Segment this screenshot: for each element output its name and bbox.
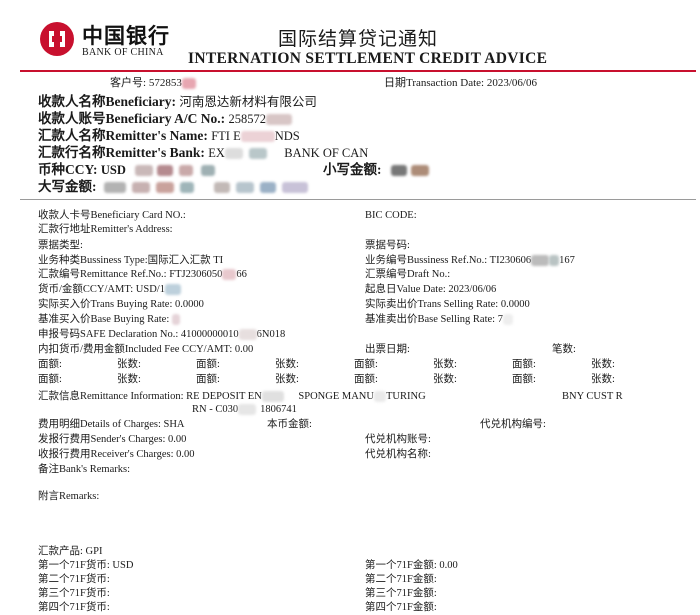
third-71f-currency: 第三个71F货币: xyxy=(38,588,110,599)
big-amount-row: 大写金额: xyxy=(38,178,308,195)
remittance-product: 汇款产品: GPI xyxy=(38,546,103,557)
remarks: 附言Remarks: xyxy=(38,491,100,502)
title-en: INTERNATION SETTLEMENT CREDIT ADVICE xyxy=(188,50,548,67)
sheet-count-label: 张数: xyxy=(591,374,615,385)
bic-code: BIC CODE: xyxy=(365,210,417,221)
details-of-charges: 费用明细Details of Charges: SHA xyxy=(38,419,185,430)
fourth-71f-currency: 第四个71F货币: xyxy=(38,602,110,613)
sheet-count-label: 张数: xyxy=(275,374,299,385)
remittance-ref-no: 汇款编号Remittance Ref.No.: FTJ2306050 66 xyxy=(38,269,247,281)
beneficiary-card-no: 收款人卡号Beneficiary Card NO.: xyxy=(38,210,186,221)
local-currency-amount: 本币金额: xyxy=(267,419,312,430)
draft-no: 汇票编号Draft No.: xyxy=(365,269,451,280)
business-type: 业务种类Bussiness Type:国际汇入汇款 TI xyxy=(38,255,224,266)
included-fee: 内扣货币/费用金额Included Fee CCY/AMT: 0.00 xyxy=(38,344,254,355)
title-cn: 国际结算贷记通知 xyxy=(278,29,439,50)
section-divider xyxy=(20,199,696,200)
face-value-label: 面额: xyxy=(38,374,62,385)
trans-selling-rate: 实际卖出价Trans Selling Rate: 0.0000 xyxy=(365,299,530,310)
face-value-label: 面额: xyxy=(512,374,536,385)
bank-of-china-logo-icon xyxy=(40,22,74,56)
remitter-address: 汇款行地址Remitter's Address: xyxy=(38,224,173,235)
remittance-information-line2: RN - C030 1806741 xyxy=(192,404,297,416)
agent-account: 代兑机构账号: xyxy=(365,434,431,445)
first-71f-currency: 第一个71F货币: USD xyxy=(38,560,134,571)
second-71f-currency: 第二个71F货币: xyxy=(38,574,110,585)
face-value-label: 面额: xyxy=(354,359,378,370)
fourth-71f-amount: 第四个71F金额: xyxy=(365,602,437,613)
bank-name-cn: 中国银行 xyxy=(82,23,170,48)
sheet-count-label: 张数: xyxy=(275,359,299,370)
base-selling-rate: 基准卖出价Base Selling Rate: 7 xyxy=(365,313,513,326)
stroke-count: 笔数: xyxy=(552,344,576,355)
bank-name-en: BANK OF CHINA xyxy=(82,47,164,58)
face-value-label: 面额: xyxy=(354,374,378,385)
face-value-label: 面额: xyxy=(38,359,62,370)
beneficiary-row: 收款人名称Beneficiary: 河南恩达新材料有限公司 xyxy=(38,94,317,109)
receiver-charges: 收报行费用Receiver's Charges: 0.00 xyxy=(38,449,195,460)
credit-advice-document: 中国银行 BANK OF CHINA 国际结算贷记通知 INTERNATION … xyxy=(20,0,696,615)
sender-charges: 发报行费用Sender's Charges: 0.00 xyxy=(38,434,187,445)
small-amount-row: 小写金额: xyxy=(323,161,429,178)
customer-no: 客户号: 572853 xyxy=(110,77,196,90)
issue-date: 出票日期: xyxy=(365,344,410,355)
sheet-count-label: 张数: xyxy=(117,359,141,370)
ccy-row: 币种CCY: USD xyxy=(38,161,216,179)
sheet-count-label: 张数: xyxy=(433,359,457,370)
business-ref-no: 业务编号Bussiness Ref.No.: TI230606 167 xyxy=(365,255,575,267)
second-71f-amount: 第二个71F金额: xyxy=(365,574,437,585)
agent-name: 代兑机构名称: xyxy=(365,449,431,460)
base-buying-rate: 基准买入价Base Buying Rate: xyxy=(38,313,180,326)
safe-declaration-no: 申报号码SAFE Declaration No.: 41000000010 6N0… xyxy=(38,329,286,341)
trans-buying-rate: 实际买入价Trans Buying Rate: 0.0000 xyxy=(38,299,204,310)
face-value-label: 面额: xyxy=(196,359,220,370)
transaction-date: 日期Transaction Date: 2023/06/06 xyxy=(384,77,537,89)
remittance-information-tail: BNY CUST R xyxy=(562,391,623,402)
remittance-information: 汇款信息Remittance Information: RE DEPOSIT E… xyxy=(38,391,426,403)
agent-no: 代兑机构编号: xyxy=(480,419,546,430)
bill-type: 票据类型: xyxy=(38,240,83,251)
first-71f-amount: 第一个71F金额: 0.00 xyxy=(365,560,458,571)
third-71f-amount: 第三个71F金额: xyxy=(365,588,437,599)
bill-no: 票据号码: xyxy=(365,240,410,251)
sheet-count-label: 张数: xyxy=(117,374,141,385)
header-red-line xyxy=(20,70,696,72)
sheet-count-label: 张数: xyxy=(591,359,615,370)
remitter-bank-row: 汇款行名称Remitter's Bank: EX BANK OF CAN xyxy=(38,145,369,160)
beneficiary-account-row: 收款人账号Beneficiary A/C No.: 258572 xyxy=(38,110,292,128)
ccy-amt: 货币/金额CCY/AMT: USD/1 xyxy=(38,283,181,296)
face-value-label: 面额: xyxy=(512,359,536,370)
bank-remarks: 备注Bank's Remarks: xyxy=(38,464,131,475)
face-value-label: 面额: xyxy=(196,374,220,385)
value-date: 起息日Value Date: 2023/06/06 xyxy=(365,284,497,295)
remitter-name-row: 汇款人名称Remitter's Name: FTI E NDS xyxy=(38,128,300,143)
sheet-count-label: 张数: xyxy=(433,374,457,385)
